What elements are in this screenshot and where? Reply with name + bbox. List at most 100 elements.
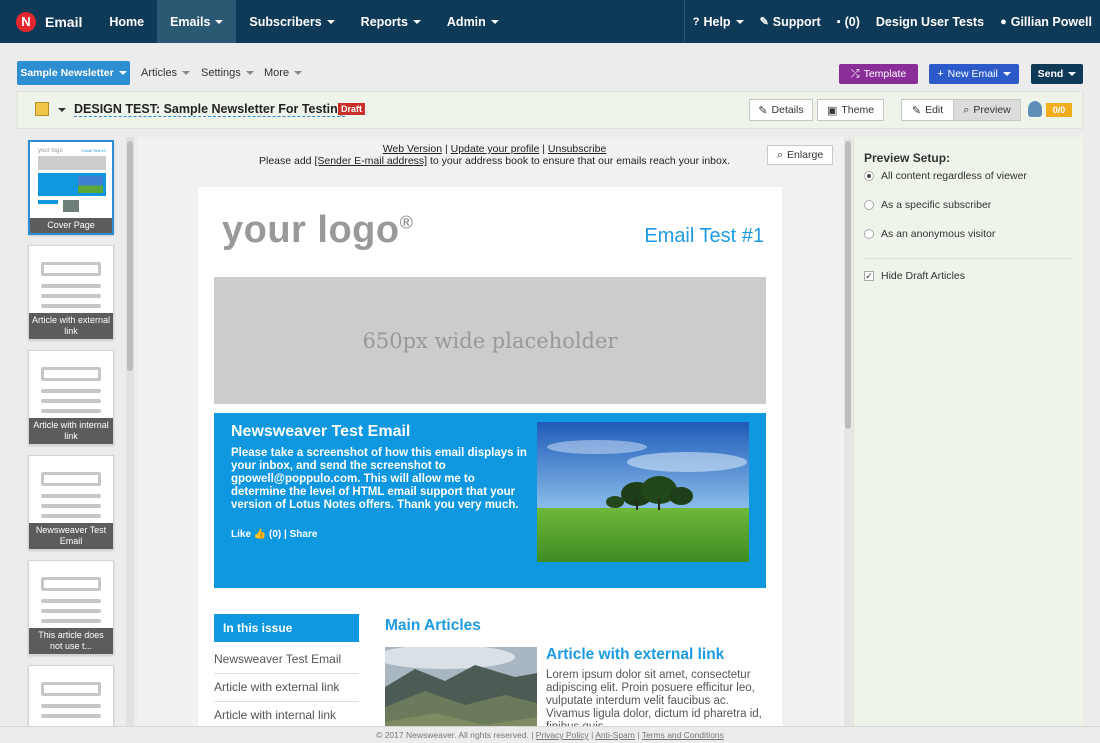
thumb-article-internal[interactable]: Article with internal link <box>28 350 114 445</box>
thumb-article-6[interactable] <box>28 665 114 726</box>
template-label: Template <box>863 68 907 80</box>
anti-spam-link[interactable]: Anti-Spam <box>595 730 635 740</box>
preview-setup-title: Preview Setup: <box>864 151 951 165</box>
reviewers-icon[interactable] <box>1028 101 1042 117</box>
thumb-line <box>41 619 101 623</box>
help-icon: ? <box>692 15 700 28</box>
enlarge-label: Enlarge <box>786 149 824 161</box>
web-version-link[interactable]: Web Version <box>383 143 442 155</box>
more-menu[interactable]: More <box>264 67 303 79</box>
thumb-label: Article with internal link <box>29 418 113 444</box>
nav-admin-label: Admin <box>446 14 486 29</box>
preview-scroll-thumb[interactable] <box>845 141 851 429</box>
option-label: All content regardless of viewer <box>881 170 1027 182</box>
sidebar-scrollbar[interactable] <box>126 137 134 726</box>
radio-selected[interactable] <box>864 171 874 181</box>
thumb-line <box>41 714 101 718</box>
new-email-button[interactable]: + New Email <box>929 64 1019 84</box>
like-count: (0) <box>269 529 282 540</box>
like-link[interactable]: Like <box>231 529 251 540</box>
sidebar-scroll-thumb[interactable] <box>127 141 133 371</box>
issue-link[interactable]: Newsweaver Test Email <box>214 652 359 674</box>
brand[interactable]: N Email <box>0 0 96 43</box>
share-link[interactable]: Share <box>290 529 318 540</box>
pencil-icon: ✎ <box>758 104 768 117</box>
preview-button[interactable]: ⌕ Preview <box>953 99 1021 121</box>
account-link[interactable]: Design User Tests <box>868 0 992 43</box>
thumb-line <box>41 704 101 708</box>
option-specific-subscriber[interactable]: As a specific subscriber <box>864 199 991 211</box>
cover-mini-image <box>78 176 103 193</box>
support-link[interactable]: ✎ Support <box>752 0 829 43</box>
search-icon: ⌕ <box>963 103 970 116</box>
sender-email-link[interactable]: [Sender E-mail address] <box>314 155 427 167</box>
settings-menu[interactable]: Settings <box>201 67 254 79</box>
chevron-down-icon <box>182 71 191 76</box>
details-label: Details <box>771 104 804 116</box>
messages-count: (0) <box>844 14 860 29</box>
newsletter-selector[interactable]: Sample Newsletter <box>17 61 130 85</box>
articles-menu[interactable]: Articles <box>141 67 191 79</box>
notice-text-end: to your address book to ensure that our … <box>427 155 731 167</box>
nav-home[interactable]: Home <box>96 0 157 43</box>
issue-link[interactable]: Article with external link <box>214 680 359 702</box>
nav-admin[interactable]: Admin <box>434 0 512 43</box>
thumb-line <box>41 494 101 498</box>
edit-button[interactable]: ✎ Edit <box>901 99 954 121</box>
chevron-down-icon <box>215 19 224 24</box>
thumb-newsweaver-test[interactable]: Newsweaver Test Email <box>28 455 114 550</box>
enlarge-button[interactable]: ⌕ Enlarge <box>767 145 833 165</box>
notice-text: Please add <box>258 155 315 167</box>
thumb-article-no-template[interactable]: This article does not use t... <box>28 560 114 655</box>
separator: | <box>542 143 545 155</box>
nav-reports-label: Reports <box>360 14 408 29</box>
settings-label: Settings <box>201 67 241 79</box>
separator: | <box>284 529 287 540</box>
messages-link[interactable]: ▪ (0) <box>829 0 868 43</box>
help-label: Help <box>703 14 731 29</box>
nav-emails[interactable]: Emails <box>157 0 237 43</box>
article-title[interactable]: Article with external link <box>546 646 724 664</box>
terms-link[interactable]: Terms and Conditions <box>642 730 724 740</box>
feature-actions: Like 👍 (0) | Share <box>231 529 317 540</box>
edit-label: Edit <box>925 104 944 116</box>
email-preview: Web Version | Update your profile | Unsu… <box>137 137 852 726</box>
option-anonymous-visitor[interactable]: As an anonymous visitor <box>864 228 995 240</box>
thumb-label: Article with external link <box>29 313 113 339</box>
email-title[interactable]: DESIGN TEST: Sample Newsletter For Testi… <box>74 102 346 117</box>
thumb-box <box>41 682 101 696</box>
landscape-image <box>537 422 749 562</box>
nav-subscribers[interactable]: Subscribers <box>236 0 347 43</box>
hide-drafts-toggle[interactable]: ✓ Hide Draft Articles <box>864 270 965 282</box>
send-button[interactable]: Send <box>1031 64 1083 84</box>
nav-subscribers-label: Subscribers <box>249 14 322 29</box>
review-count-badge[interactable]: 0/0 <box>1046 103 1072 117</box>
radio[interactable] <box>864 200 874 210</box>
chevron-down-icon[interactable] <box>58 108 66 112</box>
template-button[interactable]: ⤮ Template <box>839 64 918 84</box>
details-button[interactable]: ✎ Details <box>749 99 813 121</box>
radio[interactable] <box>864 229 874 239</box>
user-menu[interactable]: ● Gillian Powell <box>992 0 1100 43</box>
newsletter-icon[interactable] <box>35 102 49 116</box>
feature-title[interactable]: Newsweaver Test Email <box>231 423 410 441</box>
logo-mark: ® <box>399 212 414 233</box>
email-title-bar: DESIGN TEST: Sample Newsletter For Testi… <box>17 91 1083 129</box>
copyright: © 2017 Newsweaver. All rights reserved. <box>376 730 529 740</box>
help-menu[interactable]: ? Help <box>685 0 752 43</box>
issue-link[interactable]: Article with internal link <box>214 708 359 726</box>
nav-reports[interactable]: Reports <box>348 0 434 43</box>
thumb-cover-page[interactable]: your logo Email Test #1 Cover Page <box>28 140 114 235</box>
thumb-box <box>41 262 101 276</box>
update-profile-link[interactable]: Update your profile <box>451 143 540 155</box>
preview-scrollbar[interactable] <box>844 137 852 726</box>
checkbox-checked[interactable]: ✓ <box>864 271 874 281</box>
privacy-link[interactable]: Privacy Policy <box>536 730 589 740</box>
article-image <box>385 647 537 726</box>
thumb-article-external[interactable]: Article with external link <box>28 245 114 340</box>
edit-icon: ✎ <box>911 104 922 117</box>
unsubscribe-link[interactable]: Unsubscribe <box>548 143 606 155</box>
option-all-content[interactable]: All content regardless of viewer <box>864 170 1027 182</box>
theme-button[interactable]: ▣ Theme <box>817 99 884 121</box>
message-icon: ▪ <box>836 15 841 28</box>
